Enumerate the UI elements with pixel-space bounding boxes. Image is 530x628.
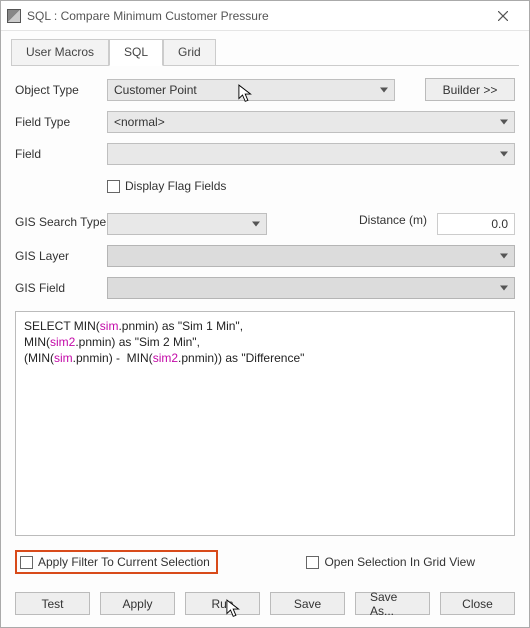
- gis-layer-select[interactable]: [107, 245, 515, 267]
- object-type-select[interactable]: Customer Point: [107, 79, 395, 101]
- field-type-label: Field Type: [15, 115, 107, 129]
- checkbox-icon: [306, 556, 319, 569]
- tab-content: Object Type Customer Point Builder >> Fi…: [1, 66, 529, 592]
- open-grid-label: Open Selection In Grid View: [324, 555, 475, 569]
- checkbox-icon: [20, 556, 33, 569]
- display-flag-checkbox[interactable]: Display Flag Fields: [107, 179, 226, 193]
- cursor-icon: [238, 84, 256, 106]
- open-grid-checkbox[interactable]: Open Selection In Grid View: [306, 555, 475, 569]
- builder-button[interactable]: Builder >>: [425, 78, 515, 101]
- object-type-label: Object Type: [15, 83, 107, 97]
- field-type-value: <normal>: [114, 115, 165, 129]
- display-flag-row: Display Flag Fields: [15, 175, 515, 197]
- run-button[interactable]: Run: [185, 592, 260, 615]
- object-type-row: Object Type Customer Point Builder >>: [15, 78, 515, 101]
- checkbox-icon: [107, 180, 120, 193]
- field-type-select[interactable]: <normal>: [107, 111, 515, 133]
- chevron-down-icon: [500, 254, 508, 259]
- save-as-button[interactable]: Save As...: [355, 592, 430, 615]
- gis-search-select[interactable]: [107, 213, 267, 235]
- field-type-row: Field Type <normal>: [15, 111, 515, 133]
- tab-grid[interactable]: Grid: [163, 39, 216, 65]
- close-icon: [498, 11, 508, 21]
- tabstrip: User Macros SQL Grid: [11, 39, 519, 66]
- tab-sql[interactable]: SQL: [109, 39, 163, 66]
- test-button[interactable]: Test: [15, 592, 90, 615]
- sql-dialog: SQL : Compare Minimum Customer Pressure …: [0, 0, 530, 628]
- apply-button[interactable]: Apply: [100, 592, 175, 615]
- distance-label: Distance (m): [359, 213, 427, 227]
- chevron-down-icon: [500, 152, 508, 157]
- gis-layer-label: GIS Layer: [15, 249, 107, 263]
- bottom-checks: Apply Filter To Current Selection Open S…: [15, 550, 515, 574]
- field-select[interactable]: [107, 143, 515, 165]
- window-close-button[interactable]: [483, 2, 523, 30]
- gis-field-row: GIS Field: [15, 277, 515, 299]
- button-row: Test Apply Run Save Save As... Close: [1, 592, 529, 627]
- gis-search-row: GIS Search Type Distance (m): [15, 213, 515, 235]
- window-title: SQL : Compare Minimum Customer Pressure: [27, 9, 483, 23]
- gis-layer-row: GIS Layer: [15, 245, 515, 267]
- gis-field-label: GIS Field: [15, 281, 107, 295]
- close-button[interactable]: Close: [440, 592, 515, 615]
- titlebar: SQL : Compare Minimum Customer Pressure: [1, 1, 529, 31]
- apply-filter-label: Apply Filter To Current Selection: [38, 555, 210, 569]
- app-icon: [7, 9, 21, 23]
- object-type-value: Customer Point: [114, 83, 197, 97]
- gis-field-select[interactable]: [107, 277, 515, 299]
- gis-search-label: GIS Search Type: [15, 213, 107, 229]
- save-button[interactable]: Save: [270, 592, 345, 615]
- field-row: Field: [15, 143, 515, 165]
- apply-filter-checkbox[interactable]: Apply Filter To Current Selection: [15, 550, 218, 574]
- sql-editor[interactable]: SELECT MIN(sim.pnmin) as "Sim 1 Min", MI…: [15, 311, 515, 536]
- distance-input[interactable]: [437, 213, 515, 235]
- chevron-down-icon: [500, 286, 508, 291]
- tab-user-macros[interactable]: User Macros: [11, 39, 109, 65]
- chevron-down-icon: [252, 222, 260, 227]
- display-flag-label: Display Flag Fields: [125, 179, 226, 193]
- field-label: Field: [15, 147, 107, 161]
- cursor-icon: [226, 599, 244, 621]
- chevron-down-icon: [380, 87, 388, 92]
- chevron-down-icon: [500, 120, 508, 125]
